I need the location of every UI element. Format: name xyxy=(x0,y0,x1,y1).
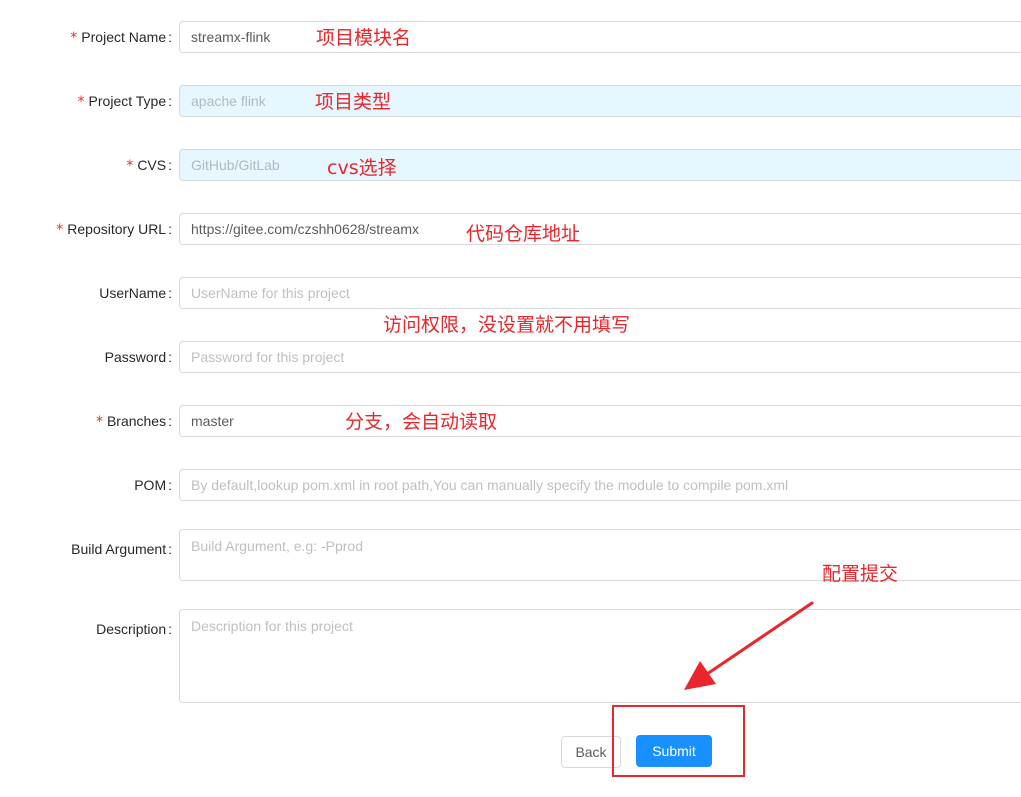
project-type-label: * Project Type: xyxy=(77,93,172,110)
annotation-project-type: 项目类型 xyxy=(315,91,392,113)
project-name-input[interactable]: streamx-flink xyxy=(179,21,1021,53)
project-type-select[interactable]: apache flink xyxy=(179,85,1021,117)
annotation-branches: 分支，会自动读取 xyxy=(345,411,498,433)
pom-input[interactable]: By default,lookup pom.xml in root path,Y… xyxy=(179,469,1021,501)
annotation-project-name: 项目模块名 xyxy=(316,27,412,49)
description-label: Description: xyxy=(96,621,172,637)
username-input[interactable]: UserName for this project xyxy=(179,277,1021,309)
cvs-select[interactable]: GitHub/GitLab xyxy=(179,149,1021,181)
cvs-label: * CVS: xyxy=(126,157,172,174)
password-label: Password: xyxy=(104,349,172,365)
pom-label: POM: xyxy=(134,477,172,493)
username-label: UserName: xyxy=(99,285,172,301)
description-textarea[interactable]: Description for this project xyxy=(179,609,1021,703)
build-argument-label: Build Argument: xyxy=(71,541,172,557)
project-name-label: * Project Name: xyxy=(70,29,172,46)
repository-url-label: * Repository URL: xyxy=(56,221,172,238)
annotation-credentials: 访问权限，没设置就不用填写 xyxy=(383,314,631,336)
branches-label: * Branches: xyxy=(95,413,172,430)
submit-highlight-box xyxy=(612,705,745,777)
annotation-cvs: cvs选择 xyxy=(327,157,397,179)
annotation-repository-url: 代码仓库地址 xyxy=(466,223,581,245)
repository-url-input[interactable]: https://gitee.com/czshh0628/streamx xyxy=(179,213,1021,245)
branches-select[interactable]: master xyxy=(179,405,1021,437)
password-input[interactable]: Password for this project xyxy=(179,341,1021,373)
annotation-submit: 配置提交 xyxy=(822,563,899,585)
